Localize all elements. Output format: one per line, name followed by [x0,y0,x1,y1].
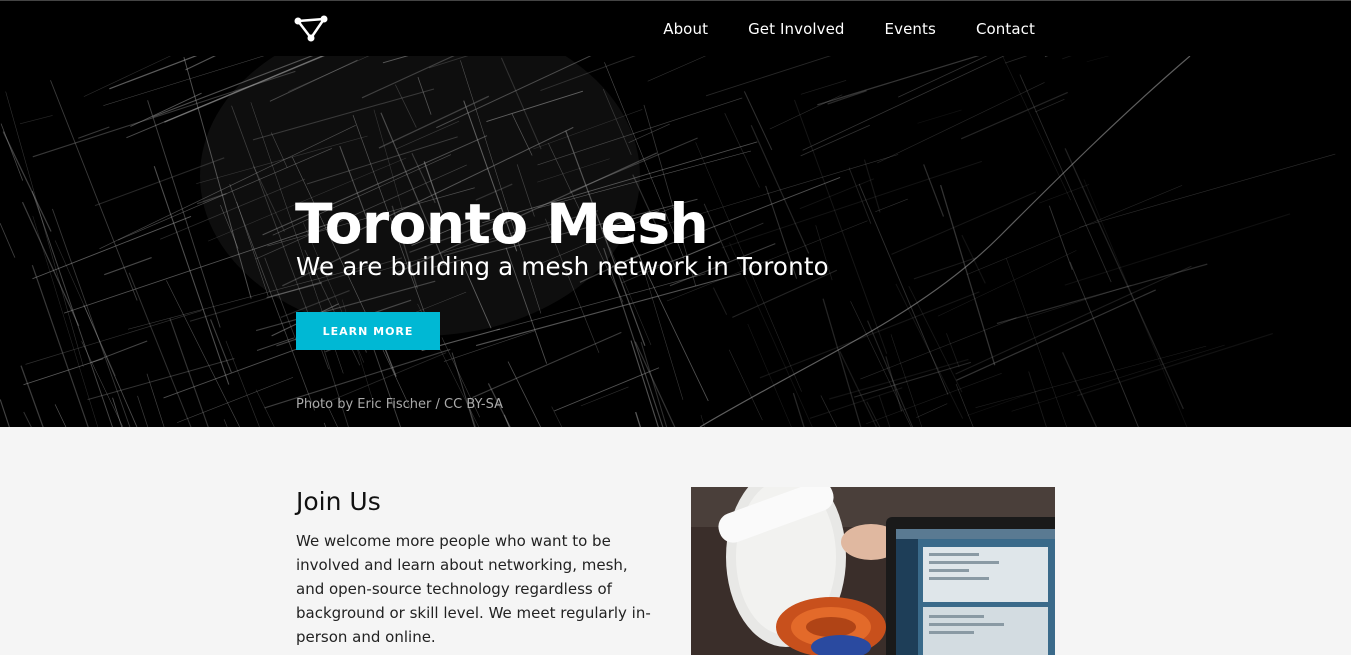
main-nav: About Get Involved Events Contact [663,20,1035,38]
nav-about[interactable]: About [663,20,708,38]
top-nav-bar: About Get Involved Events Contact [0,0,1351,56]
join-section: Join Us We welcome more people who want … [0,427,1351,655]
mesh-logo-icon[interactable] [294,15,328,43]
photo-credit: Photo by Eric Fischer / CC BY-SA [296,397,504,412]
learn-more-button[interactable]: LEARN MORE [296,312,440,350]
hero-section: Toronto Mesh We are building a mesh netw… [0,56,1351,427]
join-title: Join Us [296,487,381,516]
nav-get-involved[interactable]: Get Involved [748,20,844,38]
hero-subtitle: We are building a mesh network in Toront… [296,252,829,281]
nav-contact[interactable]: Contact [976,20,1035,38]
join-text: We welcome more people who want to be in… [296,532,651,646]
hero-title: Toronto Mesh [295,192,709,256]
meetup-photo [691,487,1055,655]
nav-events[interactable]: Events [885,20,936,38]
